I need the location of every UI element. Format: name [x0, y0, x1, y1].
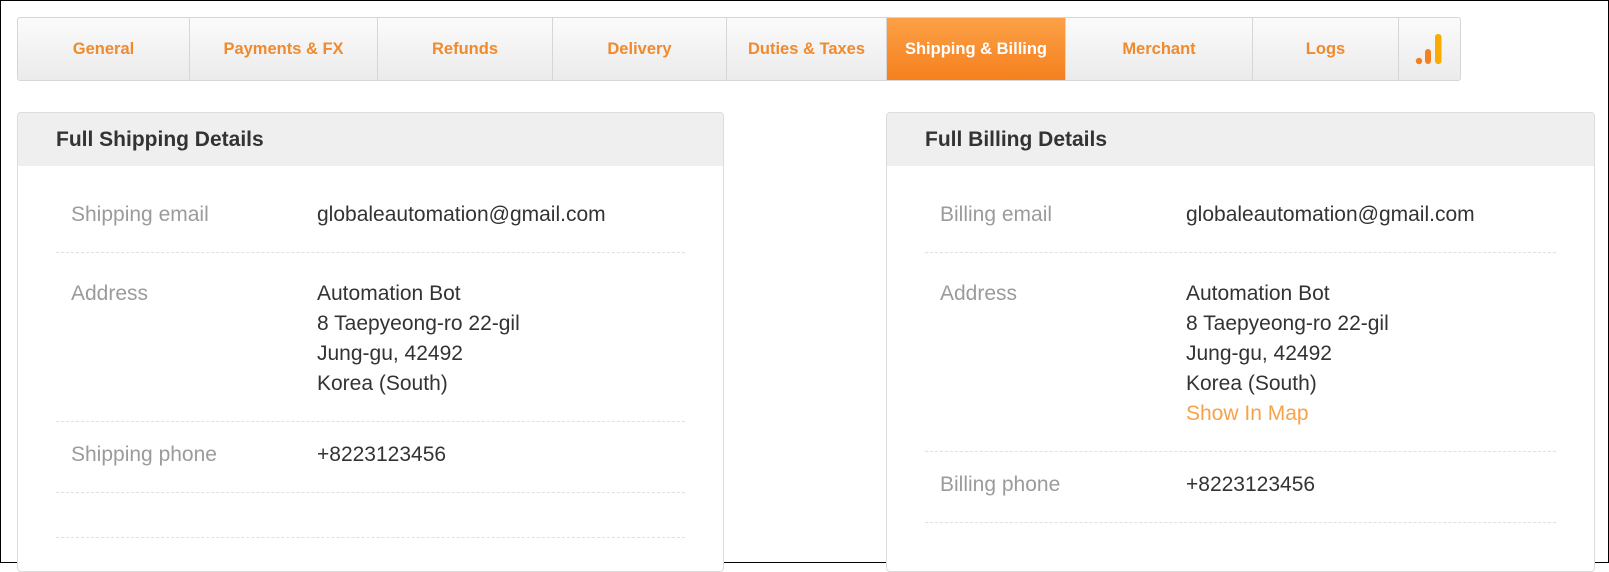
address-line: Korea (South)	[1186, 372, 1317, 395]
field-label: Address	[940, 282, 1018, 305]
tab-bar: General Payments & FX Refunds Delivery D…	[17, 17, 1461, 81]
tab-delivery[interactable]: Delivery	[553, 18, 727, 80]
address-line: Automation Bot	[1186, 282, 1330, 305]
shipping-details-panel: Full Shipping Details Shipping email glo…	[17, 112, 724, 572]
tab-refunds[interactable]: Refunds	[378, 18, 553, 80]
address-line: Korea (South)	[317, 372, 448, 395]
empty-row	[56, 493, 685, 538]
field-label: Address	[71, 282, 149, 305]
billing-details-panel: Full Billing Details Billing email globa…	[886, 112, 1595, 572]
address-line: Jung-gu, 42492	[317, 342, 463, 365]
field-label: Shipping phone	[71, 443, 217, 466]
shipping-phone-row: Shipping phone +8223123456	[56, 422, 685, 493]
billing-address-value: Automation Bot 8 Taepyeong-ro 22-gil Jun…	[1186, 279, 1389, 429]
address-line: 8 Taepyeong-ro 22-gil	[1186, 312, 1389, 335]
tab-payments-fx[interactable]: Payments & FX	[190, 18, 378, 80]
billing-email-value: globaleautomation@gmail.com	[1186, 203, 1475, 226]
shipping-phone-value: +8223123456	[317, 443, 447, 466]
field-label: Billing email	[940, 203, 1053, 226]
tab-analytics[interactable]	[1399, 18, 1460, 80]
address-line: Automation Bot	[317, 282, 461, 305]
billing-phone-value: +8223123456	[1186, 473, 1316, 496]
tab-shipping-billing[interactable]: Shipping & Billing	[887, 18, 1066, 80]
shipping-email-row: Shipping email globaleautomation@gmail.c…	[56, 182, 685, 253]
shipping-address-value: Automation Bot 8 Taepyeong-ro 22-gil Jun…	[317, 279, 520, 399]
shipping-email-value: globaleautomation@gmail.com	[317, 203, 606, 226]
billing-address-row: Address Automation Bot 8 Taepyeong-ro 22…	[925, 253, 1556, 452]
analytics-bar-chart-icon	[1415, 34, 1441, 65]
tab-duties-taxes[interactable]: Duties & Taxes	[727, 18, 887, 80]
address-line: Jung-gu, 42492	[1186, 342, 1332, 365]
billing-phone-row: Billing phone +8223123456	[925, 452, 1556, 523]
show-in-map-link[interactable]: Show In Map	[1186, 399, 1389, 429]
shipping-address-row: Address Automation Bot 8 Taepyeong-ro 22…	[56, 253, 685, 422]
field-label: Billing phone	[940, 473, 1061, 496]
tab-logs[interactable]: Logs	[1253, 18, 1399, 80]
tab-general[interactable]: General	[18, 18, 190, 80]
panel-title: Full Billing Details	[887, 113, 1594, 166]
billing-email-row: Billing email globaleautomation@gmail.co…	[925, 182, 1556, 253]
tab-merchant[interactable]: Merchant	[1066, 18, 1253, 80]
panel-title: Full Shipping Details	[18, 113, 723, 166]
address-line: 8 Taepyeong-ro 22-gil	[317, 312, 520, 335]
field-label: Shipping email	[71, 203, 209, 226]
